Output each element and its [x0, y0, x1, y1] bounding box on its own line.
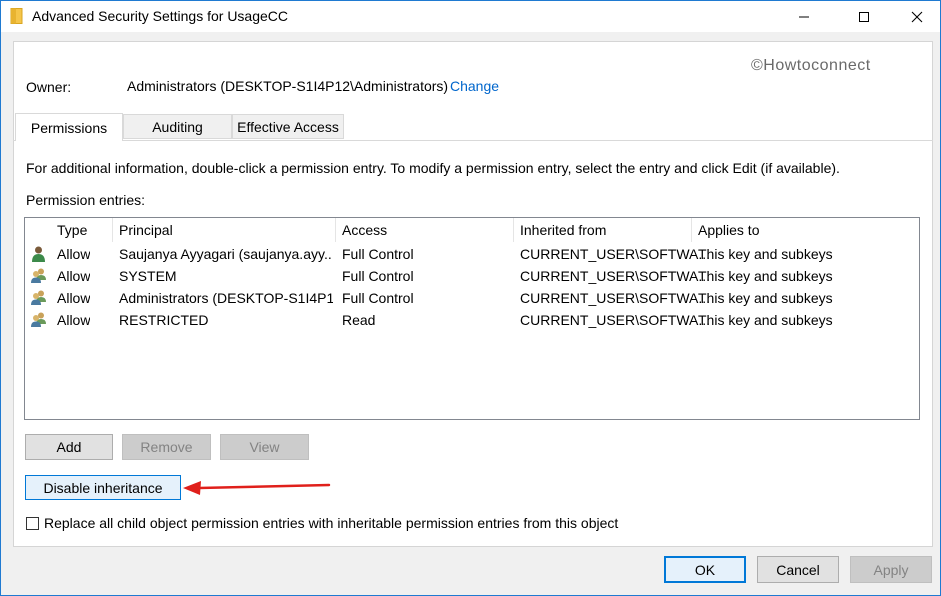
- owner-value: Administrators (DESKTOP-S1I4P12\Administ…: [127, 78, 449, 94]
- cell-inherited-from: CURRENT_USER\SOFTWA...: [520, 246, 711, 262]
- table-row[interactable]: Allow RESTRICTED Read CURRENT_USER\SOFTW…: [25, 309, 919, 331]
- group-icon: [30, 267, 47, 284]
- cell-type: Allow: [57, 290, 91, 306]
- cell-applies-to: This key and subkeys: [698, 312, 833, 328]
- group-icon: [30, 311, 47, 328]
- cell-type: Allow: [57, 268, 91, 284]
- title-bar[interactable]: Advanced Security Settings for UsageCC: [1, 1, 940, 32]
- cell-type: Allow: [57, 246, 91, 262]
- cell-access: Read: [342, 312, 376, 328]
- column-header-type[interactable]: Type: [51, 218, 113, 242]
- tab-strip-divider: [13, 140, 933, 141]
- minimize-icon: [799, 16, 809, 17]
- view-button[interactable]: View: [220, 434, 309, 460]
- folder-icon: [10, 8, 23, 24]
- change-owner-link[interactable]: Change: [450, 78, 499, 94]
- cell-applies-to: This key and subkeys: [698, 268, 833, 284]
- remove-button[interactable]: Remove: [122, 434, 211, 460]
- cell-access: Full Control: [342, 268, 414, 284]
- replace-child-permissions-checkbox[interactable]: [26, 517, 39, 530]
- close-icon: [911, 11, 923, 22]
- cell-applies-to: This key and subkeys: [698, 246, 833, 262]
- cell-principal: SYSTEM: [119, 268, 177, 284]
- tab-permissions[interactable]: Permissions: [15, 113, 123, 141]
- add-button[interactable]: Add: [25, 434, 113, 460]
- security-settings-window: Advanced Security Settings for UsageCC ©…: [0, 0, 941, 596]
- permission-entries-list[interactable]: Type Principal Access Inherited from App…: [24, 217, 920, 420]
- cell-inherited-from: CURRENT_USER\SOFTWA...: [520, 312, 711, 328]
- cell-principal: RESTRICTED: [119, 312, 209, 328]
- cell-principal: Administrators (DESKTOP-S1I4P1...: [119, 290, 333, 306]
- ok-button[interactable]: OK: [664, 556, 746, 583]
- table-row[interactable]: Allow Saujanya Ayyagari (saujanya.ayy...…: [25, 243, 919, 265]
- cell-access: Full Control: [342, 290, 414, 306]
- permission-entries-label: Permission entries:: [26, 192, 146, 208]
- red-arrow-annotation: [183, 481, 331, 495]
- cell-inherited-from: CURRENT_USER\SOFTWA...: [520, 290, 711, 306]
- tab-effective-access[interactable]: Effective Access: [232, 114, 344, 139]
- maximize-button[interactable]: [841, 1, 887, 32]
- cell-applies-to: This key and subkeys: [698, 290, 833, 306]
- close-button[interactable]: [894, 1, 940, 32]
- cell-type: Allow: [57, 312, 91, 328]
- tab-auditing[interactable]: Auditing: [123, 114, 232, 139]
- group-icon: [30, 289, 47, 306]
- watermark: ©Howtoconnect: [751, 57, 871, 74]
- window-title: Advanced Security Settings for UsageCC: [32, 8, 289, 24]
- column-header-principal[interactable]: Principal: [113, 218, 336, 242]
- info-text: For additional information, double-click…: [26, 160, 840, 176]
- column-header-access[interactable]: Access: [336, 218, 514, 242]
- disable-inheritance-button[interactable]: Disable inheritance: [25, 475, 181, 500]
- table-row[interactable]: Allow SYSTEM Full Control CURRENT_USER\S…: [25, 265, 919, 287]
- apply-button[interactable]: Apply: [850, 556, 932, 583]
- cell-access: Full Control: [342, 246, 414, 262]
- cancel-button[interactable]: Cancel: [757, 556, 839, 583]
- maximize-icon: [859, 11, 869, 22]
- column-header-applies-to[interactable]: Applies to: [692, 218, 919, 242]
- user-icon: [30, 245, 47, 262]
- replace-child-permissions-label[interactable]: Replace all child object permission entr…: [44, 515, 618, 531]
- cell-principal: Saujanya Ayyagari (saujanya.ayy...: [119, 246, 333, 262]
- owner-label: Owner:: [26, 79, 72, 95]
- minimize-button[interactable]: [781, 1, 827, 32]
- column-header-inherited-from[interactable]: Inherited from: [514, 218, 692, 242]
- table-row[interactable]: Allow Administrators (DESKTOP-S1I4P1... …: [25, 287, 919, 309]
- cell-inherited-from: CURRENT_USER\SOFTWA...: [520, 268, 711, 284]
